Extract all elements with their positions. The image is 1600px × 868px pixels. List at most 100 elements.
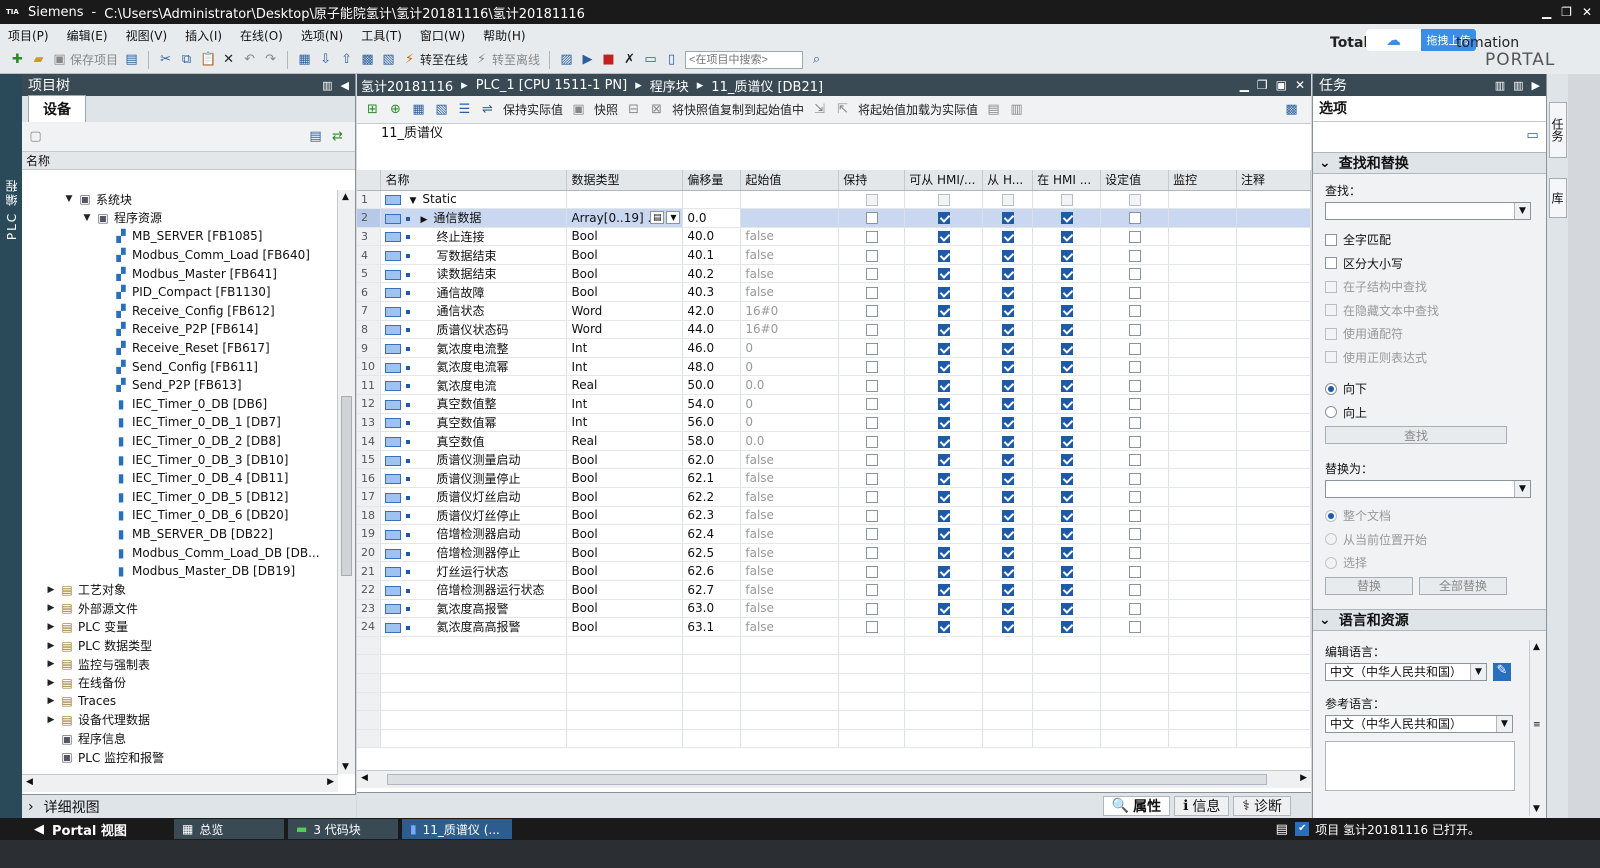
find-option[interactable]: 使用通配符 — [1313, 322, 1546, 346]
column-header[interactable]: 设定值 — [1100, 170, 1170, 191]
tree-item[interactable]: ▶ ▤ 在线备份 — [22, 673, 338, 692]
accessible-from-hmi-checkbox[interactable] — [937, 621, 950, 634]
tree-item[interactable]: ▮ IEC_Timer_0_DB_4 [DB11] — [22, 469, 338, 488]
tree-item[interactable]: ▞ Send_Config [FB611] — [22, 357, 338, 376]
writable-from-hmi-checkbox[interactable] — [1001, 361, 1014, 374]
retain-checkbox[interactable] — [865, 621, 878, 634]
data-type-cell[interactable]: Bool — [566, 524, 684, 544]
option-radio[interactable] — [1325, 382, 1337, 395]
replace-button[interactable]: 替换 — [1325, 576, 1413, 595]
collapsed-arrow-icon[interactable]: ▶ — [46, 678, 56, 688]
collapsed-arrow-icon[interactable]: ▶ — [46, 603, 56, 613]
tree-item[interactable]: ▮ IEC_Timer_0_DB_2 [DB8] — [22, 432, 338, 451]
table-row[interactable]: 17 质谱仪灯丝启动 Bool 62.2 false — [357, 487, 1311, 507]
tree-item[interactable]: ▮ IEC_Timer_0_DB_6 [DB20] — [22, 506, 338, 525]
copy-snapshot-icon[interactable]: ⇲ — [812, 102, 827, 117]
writable-from-hmi-checkbox[interactable] — [1001, 584, 1014, 597]
menu-edit[interactable]: 编辑(E) — [67, 27, 108, 44]
table-row[interactable]: 18 质谱仪灯丝停止 Bool 62.3 false — [357, 506, 1311, 526]
visible-in-hmi-checkbox[interactable] — [1060, 212, 1073, 225]
comment-cell[interactable] — [1236, 487, 1311, 507]
taskbar-code-blocks[interactable]: ▬ 3 代码块 — [288, 819, 398, 839]
retain-checkbox[interactable] — [865, 398, 878, 411]
start-value-cell[interactable]: false — [740, 468, 840, 488]
comment-cell[interactable] — [1236, 468, 1311, 488]
portal-view-button[interactable]: ◀ Portal 视图 — [0, 820, 170, 839]
writable-from-hmi-checkbox[interactable] — [1001, 435, 1014, 448]
accessible-from-hmi-checkbox[interactable] — [937, 584, 950, 597]
visible-in-hmi-checkbox[interactable] — [1060, 584, 1073, 597]
data-type-cell[interactable]: Bool — [566, 450, 684, 470]
column-header[interactable]: 起始值 — [740, 170, 840, 191]
data-type-cell[interactable] — [566, 190, 684, 210]
tree-item[interactable]: ▞ PID_Compact [FB1130] — [22, 283, 338, 302]
table-row[interactable]: 4 写数据结束 Bool 40.1 false — [357, 245, 1311, 265]
data-type-cell[interactable]: Bool — [566, 617, 684, 637]
tree-item[interactable]: ▮ IEC_Timer_0_DB_1 [DB7] — [22, 413, 338, 432]
column-header[interactable]: 从 H... — [982, 170, 1034, 191]
comment-cell[interactable] — [1236, 413, 1311, 433]
column-header[interactable]: 数据类型 — [566, 170, 684, 191]
comment-cell[interactable] — [1236, 599, 1311, 619]
find-replace-section[interactable]: ⌄ 查找和替换 — [1313, 152, 1546, 174]
accessible-from-hmi-checkbox[interactable] — [937, 416, 950, 429]
tree-item[interactable]: ▞ Modbus_Comm_Load [FB640] — [22, 246, 338, 265]
tree-horizontal-scrollbar[interactable]: ◀ ▶ — [22, 774, 338, 792]
variable-name-cell[interactable]: 通信故障 — [380, 282, 568, 303]
retain-checkbox[interactable] — [865, 528, 878, 541]
variable-name-cell[interactable]: 终止连接 — [380, 227, 568, 247]
radio-option[interactable]: 从当前位置开始 — [1313, 528, 1546, 552]
minimize-icon[interactable]: ▁ — [1542, 5, 1551, 19]
table-row[interactable]: 16 质谱仪测量停止 Bool 62.1 false — [357, 468, 1311, 488]
tree-item[interactable]: ▶ ▤ PLC 数据类型 — [22, 636, 338, 655]
start-value-cell[interactable] — [740, 208, 840, 228]
writable-from-hmi-checkbox[interactable] — [1001, 212, 1014, 225]
start-value-cell[interactable]: 0 — [740, 338, 840, 358]
retain-checkbox[interactable] — [865, 361, 878, 374]
data-type-cell[interactable]: Bool — [566, 468, 684, 488]
variable-name-cell[interactable]: 质谱仪测量停止 — [380, 468, 568, 488]
setpoint-checkbox[interactable] — [1128, 416, 1141, 429]
accessible-from-hmi-checkbox[interactable] — [937, 528, 950, 541]
tree-item[interactable]: ▮ Modbus_Master_DB [DB19] — [22, 562, 338, 581]
start-value-cell[interactable]: false — [740, 561, 840, 581]
load-start-values-button[interactable]: 将起始值加载为实际值 — [858, 101, 978, 118]
setpoint-checkbox[interactable] — [1128, 472, 1141, 485]
start-value-cell[interactable]: 16#0 — [740, 320, 840, 340]
comment-cell[interactable] — [1236, 338, 1311, 358]
variable-name-cell[interactable]: 真空数值 — [380, 431, 568, 451]
copy-snapshot-button[interactable]: 将快照值复制到起始值中 — [672, 101, 804, 118]
radio-option[interactable]: 整个文档 — [1313, 504, 1546, 528]
find-button[interactable]: 查找 — [1325, 426, 1507, 444]
accessible-from-hmi-checkbox[interactable] — [937, 454, 950, 467]
variable-name-cell[interactable]: 氦浓度电流幂 — [380, 357, 568, 377]
data-type-cell[interactable]: Int — [566, 413, 684, 433]
accessible-from-hmi-checkbox[interactable] — [937, 435, 950, 448]
accessible-from-hmi-checkbox[interactable] — [937, 547, 950, 560]
column-header[interactable]: 监控 — [1168, 170, 1238, 191]
data-type-cell[interactable]: Bool — [566, 506, 684, 526]
collapse-all-icon[interactable]: ▧ — [434, 102, 449, 117]
tree-item[interactable]: ▶ ▤ 设备代理数据 — [22, 711, 338, 730]
table-row[interactable]: 22 倍增检测器运行状态 Bool 62.7 false — [357, 580, 1311, 600]
comment-cell[interactable] — [1236, 394, 1311, 414]
setpoint-checkbox[interactable] — [1128, 305, 1141, 318]
visible-in-hmi-checkbox[interactable] — [1060, 547, 1073, 560]
accessible-from-hmi-checkbox[interactable] — [937, 230, 950, 243]
collapse-pane-icon[interactable]: ▶ — [1532, 79, 1540, 92]
cross-reference-icon[interactable]: ✗ — [622, 52, 637, 67]
tree-item[interactable]: ▼ ▣ 系统块 — [22, 190, 338, 209]
start-value-cell[interactable]: false — [740, 506, 840, 526]
language-settings-icon[interactable]: ✎ — [1493, 662, 1511, 681]
start-value-cell[interactable]: false — [740, 227, 840, 247]
comment-cell[interactable] — [1236, 543, 1311, 563]
visible-in-hmi-checkbox[interactable] — [1060, 472, 1073, 485]
editor-settings-icon[interactable]: ▩ — [1284, 102, 1299, 117]
retain-checkbox[interactable] — [865, 286, 878, 299]
editor-scroll-thumb[interactable] — [387, 774, 1267, 785]
variable-name-cell[interactable]: 倍增检测器启动 — [380, 524, 568, 544]
variable-name-cell[interactable]: 氦浓度高报警 — [380, 599, 568, 619]
writable-from-hmi-checkbox[interactable] — [1001, 509, 1014, 522]
start-value-cell[interactable]: false — [740, 524, 840, 544]
collapsed-arrow-icon[interactable]: ▶ — [46, 585, 56, 595]
